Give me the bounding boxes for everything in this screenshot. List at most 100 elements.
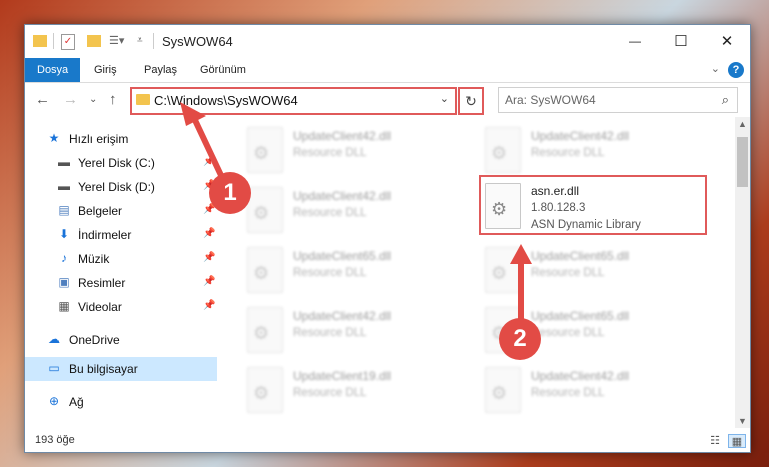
pin-icon[interactable]: 📌 bbox=[203, 228, 215, 239]
back-arrow-icon[interactable]: ← bbox=[35, 91, 50, 108]
sidebar-item-label: Belgeler bbox=[78, 204, 123, 218]
sidebar-item-label: Yerel Disk (C:) bbox=[78, 156, 155, 170]
sidebar-item-hizli-erisim[interactable]: ★ Hızlı erişim bbox=[25, 127, 217, 151]
refresh-icon[interactable]: ↻ bbox=[458, 87, 484, 115]
file-item[interactable]: ⚙ UpdateClient42.dll Resource DLL bbox=[247, 125, 467, 181]
address-path: C:\Windows\SysWOW64 bbox=[154, 93, 298, 108]
file-name: UpdateClient65.dll bbox=[531, 249, 630, 263]
title-bar: ✓ ☰▾ ⩡ SysWOW64 — ☐ ✕ bbox=[25, 25, 750, 58]
help-icon[interactable]: ? bbox=[728, 62, 744, 78]
pin-icon[interactable]: 📌 bbox=[203, 156, 215, 167]
scroll-up-icon[interactable]: ▲ bbox=[738, 119, 747, 129]
dropdown-icon[interactable]: ⩡ bbox=[137, 35, 151, 47]
file-type: Resource DLL bbox=[293, 267, 367, 279]
file-item[interactable]: ⚙ UpdateClient19.dll Resource DLL bbox=[247, 365, 467, 420]
sidebar-item-label: Resimler bbox=[78, 276, 126, 290]
file-name: UpdateClient42.dll bbox=[293, 189, 392, 203]
forward-arrow-icon[interactable]: → bbox=[63, 91, 78, 108]
up-arrow-icon[interactable]: ↑ bbox=[109, 91, 117, 108]
file-name: UpdateClient42.dll bbox=[531, 129, 630, 143]
chevron-down-icon[interactable]: ⌄ bbox=[440, 92, 449, 105]
scrollbar-thumb[interactable] bbox=[737, 137, 748, 187]
file-type: Resource DLL bbox=[293, 207, 367, 219]
file-item[interactable]: ⚙ UpdateClient65.dll Resource DLL bbox=[485, 245, 705, 301]
file-name: UpdateClient65.dll bbox=[293, 249, 392, 263]
tab-gorunum[interactable]: Görünüm bbox=[188, 58, 258, 82]
documents-icon: ▤ bbox=[58, 203, 70, 217]
properties-icon[interactable]: ✓ bbox=[61, 34, 75, 50]
file-type: Resource DLL bbox=[531, 267, 605, 279]
file-type: Resource DLL bbox=[293, 147, 367, 159]
folder-icon bbox=[136, 94, 150, 105]
file-type: Resource DLL bbox=[531, 387, 605, 399]
pin-icon[interactable]: 📌 bbox=[203, 300, 215, 311]
gear-icon: ⚙ bbox=[491, 263, 508, 283]
network-icon: ⊕ bbox=[48, 394, 60, 408]
sidebar-item-muzik[interactable]: ♪ Müzik 📌 bbox=[25, 247, 217, 271]
cloud-icon: ☁ bbox=[48, 332, 60, 346]
sidebar-item-label: Ağ bbox=[69, 395, 84, 409]
file-item[interactable]: ⚙ UpdateClient65.dll Resource DLL bbox=[247, 245, 467, 301]
navigation-pane: ★ Hızlı erişim ▬ Yerel Disk (C:) 📌 ▬ Yer… bbox=[25, 117, 217, 420]
tab-dosya[interactable]: Dosya bbox=[25, 58, 81, 82]
sidebar-item-indirmeler[interactable]: ⬇ İndirmeler 📌 bbox=[25, 223, 217, 247]
file-type: Resource DLL bbox=[293, 327, 367, 339]
window-title: SysWOW64 bbox=[162, 34, 233, 49]
scroll-down-icon[interactable]: ▼ bbox=[738, 416, 747, 426]
file-name: UpdateClient65.dll bbox=[531, 309, 630, 323]
file-item[interactable]: ⚙ UpdateClient42.dll Resource DLL bbox=[485, 365, 705, 420]
file-name: UpdateClient19.dll bbox=[293, 369, 392, 383]
new-folder-icon[interactable] bbox=[87, 35, 101, 47]
gear-icon: ⚙ bbox=[253, 383, 270, 403]
sidebar-item-belgeler[interactable]: ▤ Belgeler 📌 bbox=[25, 199, 217, 223]
sidebar-item-yerel-disk-c[interactable]: ▬ Yerel Disk (C:) 📌 bbox=[25, 151, 217, 175]
expand-ribbon-icon[interactable]: ⌄ bbox=[711, 62, 720, 75]
maximize-button[interactable]: ☐ bbox=[658, 25, 704, 58]
status-bar: 193 öğe ☷ ▦ bbox=[25, 428, 750, 452]
drive-icon: ▬ bbox=[58, 179, 70, 193]
pin-icon[interactable]: 📌 bbox=[203, 276, 215, 287]
computer-icon: ▭ bbox=[48, 361, 60, 375]
search-input[interactable]: Ara: SysWOW64 ⌕ bbox=[498, 87, 738, 113]
close-button[interactable]: ✕ bbox=[704, 25, 750, 58]
sidebar-item-label: Hızlı erişim bbox=[69, 132, 129, 146]
sidebar-item-resimler[interactable]: ▣ Resimler 📌 bbox=[25, 271, 217, 295]
explorer-window: ✓ ☰▾ ⩡ SysWOW64 — ☐ ✕ Dosya Giriş Paylaş… bbox=[24, 24, 751, 453]
file-item[interactable]: ⚙ UpdateClient42.dll Resource DLL bbox=[247, 185, 467, 241]
large-icons-view-icon[interactable]: ▦ bbox=[728, 434, 746, 448]
sidebar-item-videolar[interactable]: ▦ Videolar 📌 bbox=[25, 295, 217, 319]
pin-icon[interactable]: 📌 bbox=[203, 252, 215, 263]
search-placeholder: Ara: SysWOW64 bbox=[505, 93, 596, 107]
gear-icon: ⚙ bbox=[253, 323, 270, 343]
details-view-icon[interactable]: ☷ bbox=[707, 434, 723, 447]
file-item[interactable]: ⚙ UpdateClient42.dll Resource DLL bbox=[247, 305, 467, 361]
tab-giris[interactable]: Giriş bbox=[82, 58, 129, 82]
search-icon: ⌕ bbox=[721, 92, 729, 107]
address-bar-row: ← → ⌄ ↑ C:\Windows\SysWOW64 ⌄ ↻ Ara: Sys… bbox=[25, 83, 750, 117]
sidebar-item-ag[interactable]: ⊕ Ağ bbox=[25, 390, 217, 414]
file-name: UpdateClient42.dll bbox=[293, 129, 392, 143]
customize-toolbar-icon[interactable]: ☰▾ bbox=[109, 35, 124, 47]
music-icon: ♪ bbox=[61, 251, 67, 265]
address-field[interactable]: C:\Windows\SysWOW64 ⌄ bbox=[130, 87, 457, 115]
sidebar-item-label: OneDrive bbox=[69, 333, 120, 347]
sidebar-item-onedrive[interactable]: ☁ OneDrive bbox=[25, 328, 217, 352]
file-highlight-box bbox=[479, 175, 707, 235]
file-item[interactable]: ⚙ UpdateClient42.dll Resource DLL bbox=[485, 125, 705, 181]
sidebar-item-yerel-disk-d[interactable]: ▬ Yerel Disk (D:) 📌 bbox=[25, 175, 217, 199]
file-type: Resource DLL bbox=[293, 387, 367, 399]
file-type: Resource DLL bbox=[531, 147, 605, 159]
minimize-button[interactable]: — bbox=[612, 25, 658, 58]
sidebar-item-label: Bu bilgisayar bbox=[69, 362, 138, 376]
vertical-scrollbar[interactable]: ▲ ▼ bbox=[735, 117, 750, 428]
file-list: ⚙ UpdateClient42.dll Resource DLL ⚙ Upda… bbox=[217, 117, 735, 420]
sidebar-item-bu-bilgisayar[interactable]: ▭ Bu bilgisayar bbox=[25, 357, 217, 381]
star-icon: ★ bbox=[48, 131, 60, 145]
sidebar-item-label: Müzik bbox=[78, 252, 110, 266]
pictures-icon: ▣ bbox=[58, 275, 70, 289]
download-icon: ⬇ bbox=[58, 227, 70, 241]
ribbon: Dosya Giriş Paylaş Görünüm ⌄ ? bbox=[25, 58, 750, 83]
tab-paylas[interactable]: Paylaş bbox=[132, 58, 189, 82]
folder-icon bbox=[33, 35, 47, 47]
recent-locations-icon[interactable]: ⌄ bbox=[89, 94, 97, 105]
